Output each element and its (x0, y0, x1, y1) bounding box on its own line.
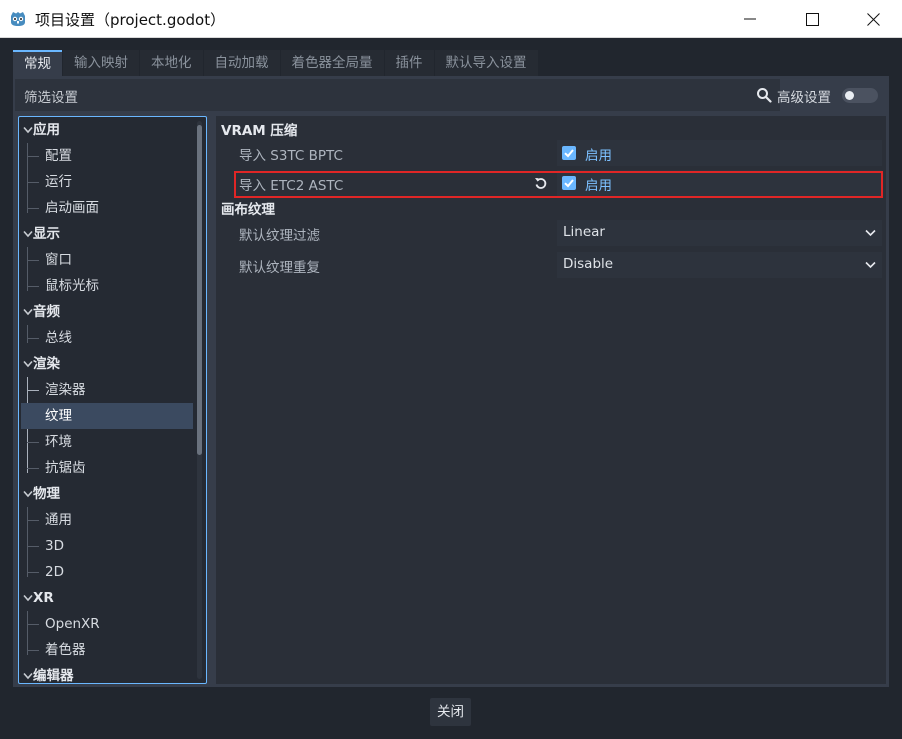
import-s3tc-bptc-checkbox[interactable]: 启用 (557, 140, 882, 166)
settings-tab-bar: 常规 输入映射 本地化 自动加载 着色器全局量 插件 默认导入设置 (13, 50, 539, 76)
property-label: 默认纹理重复 (239, 260, 320, 276)
group-header-canvas-textures: 画布纹理 (221, 202, 275, 218)
tree-item-renderer[interactable]: 渲染器 (21, 377, 193, 403)
settings-category-tree: 应用 配置 运行 启动画面 显示 窗口 鼠标光标 音频 总线 渲染 渲染器 纹理… (18, 116, 207, 684)
general-panel: 筛选设置 高级设置 应用 配置 运行 启动画面 显示 窗口 鼠标光标 音频 总线… (13, 76, 889, 687)
chevron-down-icon (23, 126, 33, 134)
checkbox-label: 启用 (585, 148, 612, 164)
import-etc2-astc-checkbox[interactable]: 启用 (557, 170, 882, 196)
checkbox-checked[interactable] (562, 176, 576, 190)
property-import-s3tc-bptc: 导入 S3TC BPTC 启用 (227, 140, 882, 166)
chevron-down-icon (23, 594, 33, 602)
tree-item-textures[interactable]: 纹理 (21, 403, 193, 429)
tab-shader-globals[interactable]: 着色器全局量 (280, 50, 384, 76)
close-button[interactable]: 关闭 (430, 698, 471, 726)
tree-section-editor[interactable]: 编辑器 (21, 663, 193, 683)
toggle-knob (845, 91, 854, 100)
property-default-texture-repeat: 默认纹理重复 Disable (227, 252, 882, 278)
toggle-switch[interactable] (842, 88, 878, 103)
property-label: 默认纹理过滤 (239, 228, 320, 244)
tree-section-xr[interactable]: XR (21, 585, 193, 611)
tree-section-audio[interactable]: 音频 (21, 299, 193, 325)
default-texture-filter-select[interactable]: Linear (557, 220, 882, 246)
tab-autoload[interactable]: 自动加载 (203, 50, 280, 76)
chevron-down-icon (23, 308, 33, 316)
tree-item-openxr[interactable]: OpenXR (21, 611, 193, 637)
checkbox-label: 启用 (585, 178, 612, 194)
minimize-icon (744, 18, 756, 20)
advanced-settings-toggle[interactable]: 高级设置 (775, 79, 885, 111)
chevron-down-icon (865, 229, 876, 237)
tree-item-3d[interactable]: 3D (21, 533, 193, 559)
checkmark-icon (564, 149, 574, 158)
chevron-down-icon (23, 672, 33, 680)
filter-placeholder: 筛选设置 (24, 90, 78, 106)
tree-item-anti-aliasing[interactable]: 抗锯齿 (21, 455, 193, 481)
advanced-settings-label: 高级设置 (777, 90, 831, 106)
tab-localization[interactable]: 本地化 (140, 50, 203, 76)
property-label: 导入 ETC2 ASTC (239, 178, 344, 194)
tree-section-display[interactable]: 显示 (21, 221, 193, 247)
tree-item-config[interactable]: 配置 (21, 143, 193, 169)
maximize-icon (805, 12, 819, 26)
tree-item-mouse-cursor[interactable]: 鼠标光标 (21, 273, 193, 299)
maximize-button[interactable] (789, 0, 835, 38)
tree-item-buses[interactable]: 总线 (21, 325, 193, 351)
tab-general[interactable]: 常规 (13, 50, 62, 76)
tree-item-shaders[interactable]: 着色器 (21, 637, 193, 663)
godot-logo-icon (11, 12, 25, 26)
settings-inspector: VRAM 压缩 导入 S3TC BPTC 启用 导入 ETC2 ASTC 启用 … (216, 116, 886, 684)
selected-value: Linear (563, 224, 605, 240)
close-window-button[interactable] (850, 0, 896, 38)
tree-item-environment[interactable]: 环境 (21, 429, 193, 455)
chevron-down-icon (23, 360, 33, 368)
selected-value: Disable (563, 256, 614, 272)
checkbox-checked[interactable] (562, 146, 576, 160)
tree-item-common[interactable]: 通用 (21, 507, 193, 533)
tree-item-2d[interactable]: 2D (21, 559, 193, 585)
group-header-vram-compression: VRAM 压缩 (221, 123, 298, 139)
window-title: 项目设置（project.godot） (35, 11, 226, 29)
property-default-texture-filter: 默认纹理过滤 Linear (227, 220, 882, 246)
project-settings-dialog: 常规 输入映射 本地化 自动加载 着色器全局量 插件 默认导入设置 筛选设置 高… (0, 38, 902, 739)
revert-icon[interactable] (534, 176, 548, 190)
tree-section-application[interactable]: 应用 (21, 117, 193, 143)
tree-scrollbar-thumb[interactable] (197, 125, 202, 455)
close-icon (866, 12, 880, 26)
property-label: 导入 S3TC BPTC (239, 148, 343, 164)
default-texture-repeat-select[interactable]: Disable (557, 252, 882, 278)
checkmark-icon (564, 179, 574, 188)
tree-item-run[interactable]: 运行 (21, 169, 193, 195)
chevron-down-icon (865, 261, 876, 269)
chevron-down-icon (23, 490, 33, 498)
tree-item-boot-splash[interactable]: 启动画面 (21, 195, 193, 221)
title-bar: 项目设置（project.godot） (0, 0, 902, 38)
tab-import-defaults[interactable]: 默认导入设置 (434, 50, 538, 76)
minimize-button[interactable] (727, 0, 773, 38)
search-icon (757, 88, 772, 103)
tab-plugins[interactable]: 插件 (384, 50, 434, 76)
tree-section-physics[interactable]: 物理 (21, 481, 193, 507)
property-import-etc2-astc: 导入 ETC2 ASTC 启用 (227, 170, 882, 196)
tab-input-map[interactable]: 输入映射 (63, 50, 139, 76)
filter-settings-input[interactable]: 筛选设置 (15, 79, 780, 111)
tree-section-rendering[interactable]: 渲染 (21, 351, 193, 377)
chevron-down-icon (23, 230, 33, 238)
tree-item-window[interactable]: 窗口 (21, 247, 193, 273)
